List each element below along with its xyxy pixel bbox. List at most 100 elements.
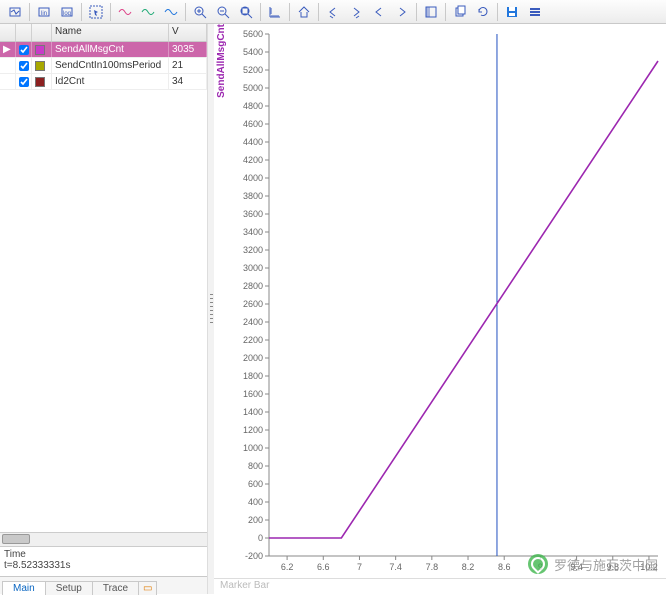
horizontal-scrollbar[interactable] [0, 532, 207, 546]
tab-extra-icon[interactable]: ▭ [138, 581, 157, 595]
row-name: SendCntIn100msPeriod [52, 58, 169, 73]
toolbar: lin log [0, 0, 666, 24]
table-row[interactable]: ▶SendAllMsgCnt3035 [0, 42, 207, 58]
bottom-tabs: MainSetupTrace▭ [0, 576, 207, 594]
save-icon[interactable] [501, 2, 523, 22]
svg-text:3000: 3000 [243, 263, 263, 273]
svg-text:10.2: 10.2 [640, 562, 658, 572]
svg-text:lin: lin [41, 11, 47, 17]
svg-text:3400: 3400 [243, 227, 263, 237]
row-color-swatch [32, 42, 52, 57]
zoom-in-icon[interactable] [189, 2, 211, 22]
signal-panel: Name V ▶SendAllMsgCnt3035SendCntIn100msP… [0, 24, 208, 594]
table-row[interactable]: SendCntIn100msPeriod21 [0, 58, 207, 74]
svg-text:9.4: 9.4 [570, 562, 583, 572]
svg-text:2000: 2000 [243, 353, 263, 363]
svg-text:8.2: 8.2 [462, 562, 475, 572]
svg-text:6.6: 6.6 [317, 562, 330, 572]
main-split: Name V ▶SendAllMsgCnt3035SendCntIn100msP… [0, 24, 666, 594]
table-row[interactable]: Id2Cnt34 [0, 74, 207, 90]
tab-main[interactable]: Main [2, 581, 46, 595]
cursor-icon[interactable] [85, 2, 107, 22]
svg-text:3200: 3200 [243, 245, 263, 255]
chart-panel: SendAllMsgCnt -2000200400600800100012001… [214, 24, 666, 594]
col-value[interactable]: V [169, 24, 207, 41]
linear-axis-icon[interactable]: lin [33, 2, 55, 22]
svg-text:0: 0 [258, 533, 263, 543]
home-icon[interactable] [293, 2, 315, 22]
svg-text:5400: 5400 [243, 47, 263, 57]
plot[interactable]: -200020040060080010001200140016001800200… [231, 30, 660, 578]
tab-trace[interactable]: Trace [92, 581, 139, 595]
svg-text:2600: 2600 [243, 299, 263, 309]
zoom-out-icon[interactable] [212, 2, 234, 22]
svg-text:7: 7 [357, 562, 362, 572]
col-name[interactable]: Name [52, 24, 169, 41]
scrollbar-thumb[interactable] [2, 534, 30, 544]
svg-text:800: 800 [248, 461, 263, 471]
svg-text:7.8: 7.8 [426, 562, 439, 572]
svg-text:3800: 3800 [243, 191, 263, 201]
svg-text:4600: 4600 [243, 119, 263, 129]
row-marker [0, 58, 16, 73]
row-color-swatch [32, 58, 52, 73]
svg-text:4400: 4400 [243, 137, 263, 147]
nav-prev-down-icon[interactable] [322, 2, 344, 22]
signal-table-header: Name V [0, 24, 207, 42]
tab-setup[interactable]: Setup [45, 581, 93, 595]
svg-text:2200: 2200 [243, 335, 263, 345]
info-line-2: t=8.52333331s [4, 560, 203, 571]
ruler-xy-icon[interactable] [264, 2, 286, 22]
wave-b-icon[interactable] [137, 2, 159, 22]
svg-text:4200: 4200 [243, 155, 263, 165]
svg-text:2400: 2400 [243, 317, 263, 327]
y-axis-label: SendAllMsgCnt [214, 24, 231, 106]
svg-text:6.2: 6.2 [281, 562, 294, 572]
svg-text:5600: 5600 [243, 30, 263, 39]
marker-bar[interactable]: Marker Bar [214, 578, 666, 594]
refresh-icon[interactable] [472, 2, 494, 22]
splitter-grip-icon [210, 294, 213, 324]
svg-text:200: 200 [248, 515, 263, 525]
row-value: 34 [169, 74, 207, 89]
row-color-swatch [32, 74, 52, 89]
log-axis-icon[interactable]: log [56, 2, 78, 22]
nav-next-down-icon[interactable] [345, 2, 367, 22]
row-marker [0, 74, 16, 89]
row-value: 21 [169, 58, 207, 73]
svg-text:3600: 3600 [243, 209, 263, 219]
scope-icon[interactable] [4, 2, 26, 22]
svg-text:5000: 5000 [243, 83, 263, 93]
row-name: SendAllMsgCnt [52, 42, 169, 57]
nav-prev-icon[interactable] [368, 2, 390, 22]
time-info: Time t=8.52333331s [0, 546, 207, 576]
wave-a-icon[interactable] [114, 2, 136, 22]
svg-text:7.4: 7.4 [389, 562, 402, 572]
svg-text:600: 600 [248, 479, 263, 489]
svg-text:1000: 1000 [243, 443, 263, 453]
chart-svg[interactable]: -200020040060080010001200140016001800200… [231, 30, 660, 578]
row-checkbox[interactable] [16, 58, 32, 73]
svg-text:1600: 1600 [243, 389, 263, 399]
svg-text:9.8: 9.8 [607, 562, 620, 572]
row-checkbox[interactable] [16, 42, 32, 57]
svg-text:9: 9 [538, 562, 543, 572]
settings-icon[interactable] [524, 2, 546, 22]
row-checkbox[interactable] [16, 74, 32, 89]
info-line-1: Time [4, 549, 203, 560]
zoom-fit-icon[interactable] [235, 2, 257, 22]
svg-text:2800: 2800 [243, 281, 263, 291]
copy-icon[interactable] [449, 2, 471, 22]
svg-text:8.6: 8.6 [498, 562, 511, 572]
nav-next-icon[interactable] [391, 2, 413, 22]
row-name: Id2Cnt [52, 74, 169, 89]
svg-text:1800: 1800 [243, 371, 263, 381]
svg-text:1400: 1400 [243, 407, 263, 417]
panel-icon[interactable] [420, 2, 442, 22]
svg-text:4000: 4000 [243, 173, 263, 183]
plot-area: SendAllMsgCnt -2000200400600800100012001… [214, 24, 666, 578]
row-value: 3035 [169, 42, 207, 57]
svg-text:1200: 1200 [243, 425, 263, 435]
svg-text:400: 400 [248, 497, 263, 507]
wave-c-icon[interactable] [160, 2, 182, 22]
